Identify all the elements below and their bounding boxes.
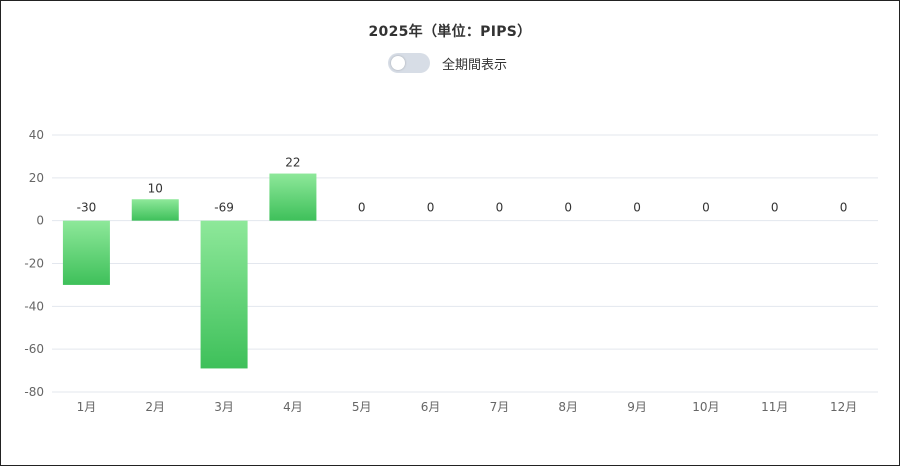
x-tick-label: 1月 [77,400,97,414]
bar-4 [269,173,317,221]
y-tick-label: -60 [24,342,44,356]
x-tick-label: 3月 [214,400,234,414]
bar-3 [200,220,248,369]
data-label: 0 [496,201,504,215]
x-tick-label: 10月 [692,400,719,414]
x-tick-label: 2月 [145,400,165,414]
x-tick-label: 8月 [558,400,578,414]
x-tick-label: 4月 [283,400,303,414]
x-tick-label: 12月 [830,400,857,414]
data-label: 0 [840,201,848,215]
y-tick-label: 40 [29,128,44,142]
data-label: 10 [148,181,163,195]
x-tick-label: 9月 [627,400,647,414]
data-label: 0 [633,201,641,215]
bar-chart: -30 10 -69 22 0 0 0 0 0 0 0 0 40 20 0 -20 -40 -60 -80 1月 2月… [24,128,878,414]
y-tick-label: 20 [29,171,44,185]
data-label: 22 [285,156,300,170]
data-label: 0 [358,201,366,215]
y-tick-label: -40 [24,299,44,313]
data-label: 0 [771,201,779,215]
y-tick-label: 0 [36,214,44,228]
bar-2 [131,199,179,221]
y-tick-label: -80 [24,385,44,399]
data-label: 0 [427,201,435,215]
x-tick-label: 6月 [421,400,441,414]
x-tick-label: 11月 [761,400,788,414]
x-tick-label: 5月 [352,400,372,414]
y-tick-label: -20 [24,257,44,271]
data-label: 0 [564,201,572,215]
data-label: -30 [77,201,97,215]
bar-1 [62,220,110,285]
data-label: 0 [702,201,710,215]
x-tick-label: 7月 [490,400,510,414]
data-label: -69 [214,201,234,215]
